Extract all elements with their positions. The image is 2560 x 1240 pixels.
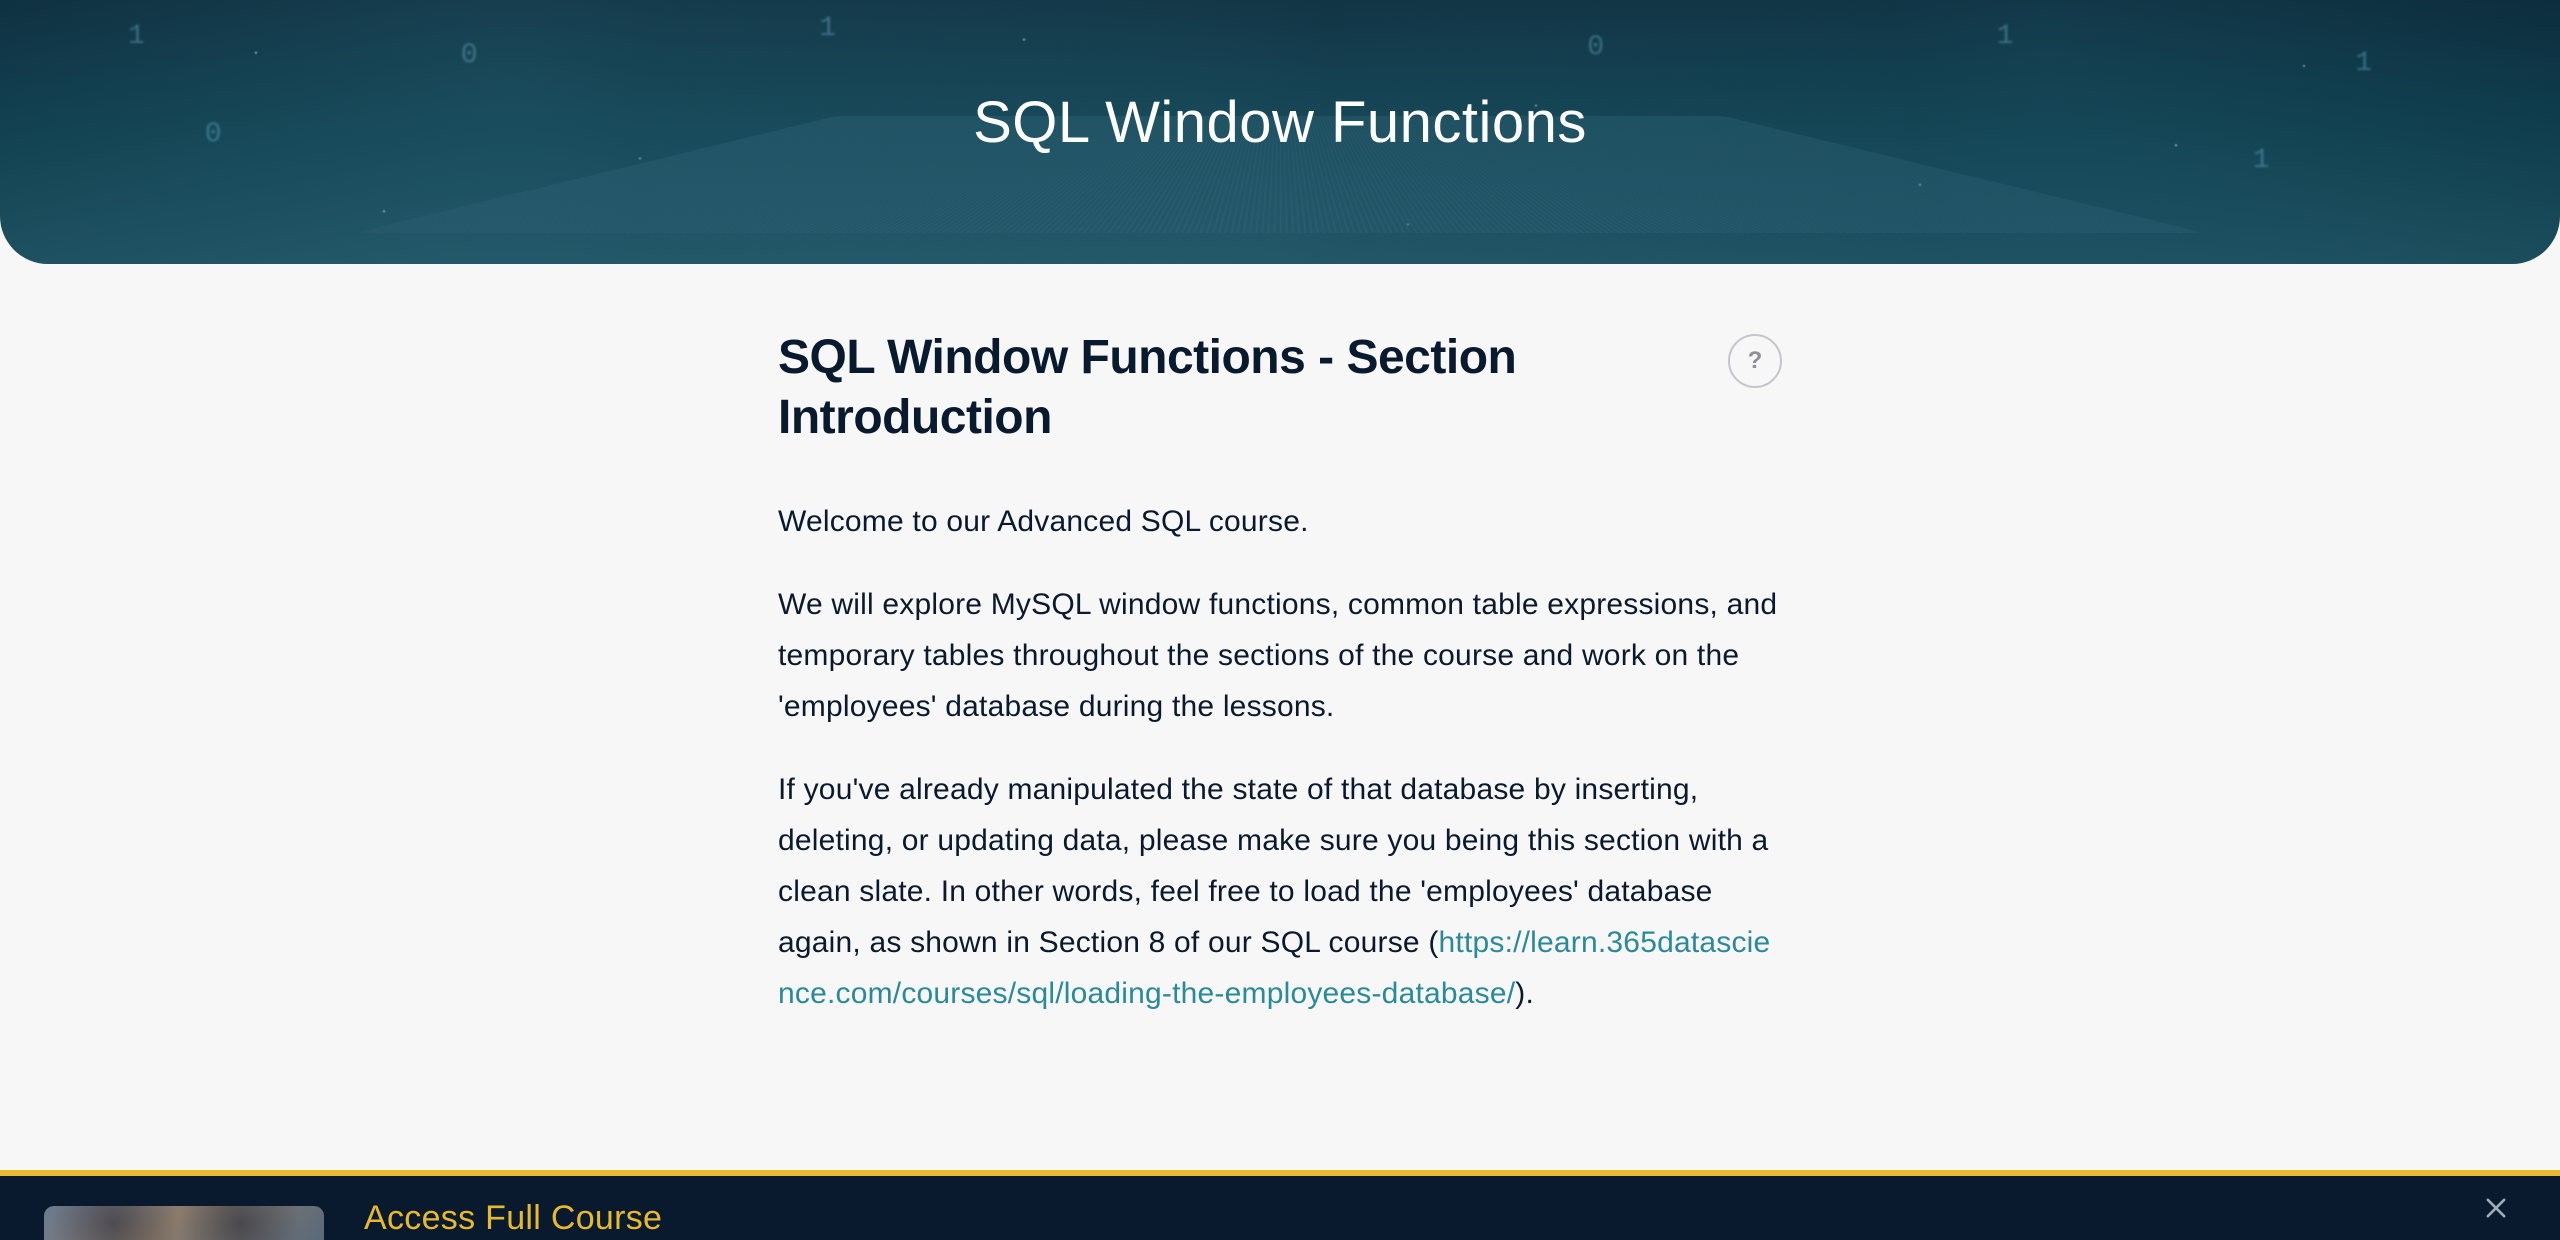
section-title: SQL Window Functions - Section Introduct… [778,328,1704,448]
hero-banner: 10101101 SQL Window Functions [0,0,2560,264]
content-header: SQL Window Functions - Section Introduct… [778,328,1782,448]
paragraph-1: Welcome to our Advanced SQL course. [778,496,1782,547]
paragraph-3-suffix: ). [1515,977,1534,1010]
footer-banner: Access Full Course [0,1176,2560,1240]
banner-title: Access Full Course [364,1199,662,1240]
help-button[interactable]: ? [1728,334,1782,388]
help-icon: ? [1748,347,1763,375]
close-icon [2482,1194,2510,1222]
paragraph-2: We will explore MySQL window functions, … [778,579,1782,732]
hero-title: SQL Window Functions [973,89,1587,156]
banner-close-button[interactable] [2476,1188,2516,1228]
content-area: SQL Window Functions - Section Introduct… [778,264,1782,1231]
paragraph-3: If you've already manipulated the state … [778,764,1782,1019]
course-thumbnail[interactable] [44,1206,324,1240]
